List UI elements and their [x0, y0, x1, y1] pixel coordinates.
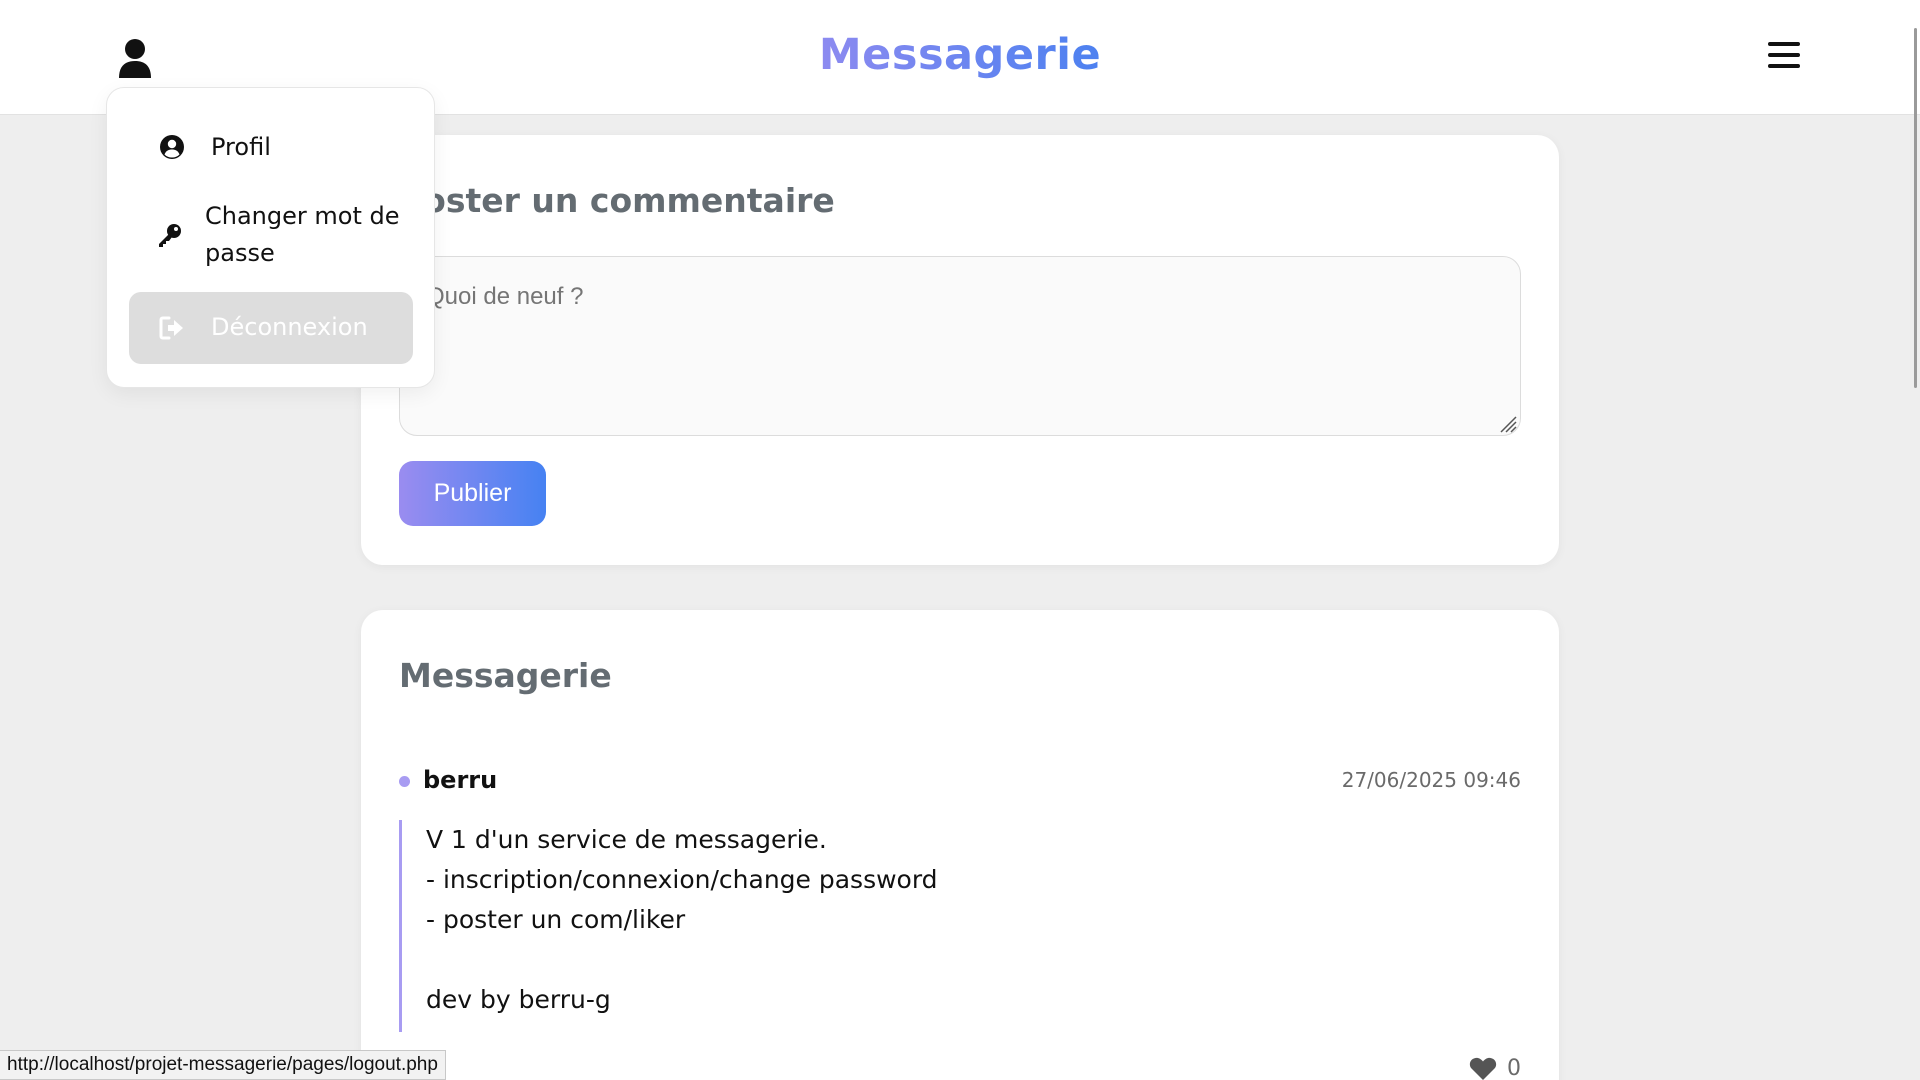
like-count: 0	[1507, 1056, 1521, 1080]
scrollbar[interactable]	[1912, 0, 1920, 1080]
post-line: dev by berru-g	[426, 985, 611, 1014]
menu-item-logout[interactable]: Déconnexion	[129, 292, 413, 364]
site-title: Messagerie	[760, 30, 1160, 80]
menu-item-label: Déconnexion	[211, 313, 368, 341]
hamburger-menu-icon[interactable]	[1768, 42, 1800, 72]
post-date: 27/06/2025 09:46	[1341, 768, 1521, 792]
feed-title: Messagerie	[399, 656, 612, 695]
post-line	[426, 940, 1299, 980]
post-line: - inscription/connexion/change password	[426, 865, 938, 894]
sign-out-icon	[159, 316, 183, 340]
online-dot	[399, 776, 410, 787]
key-icon	[159, 224, 181, 247]
user-circle-icon	[160, 135, 184, 159]
feed-card: Messagerie berru 27/06/2025 09:46 V 1 d'…	[361, 610, 1559, 1080]
comment-textarea[interactable]	[399, 256, 1521, 436]
composer-title: Poster un commentaire	[399, 181, 835, 220]
scrollbar-thumb[interactable]	[1914, 28, 1917, 388]
post-author[interactable]: berru	[423, 766, 497, 794]
page: Messagerie Poster un commentaire Publier…	[0, 0, 1920, 1080]
publish-button[interactable]: Publier	[399, 461, 546, 526]
menu-item-profile[interactable]: Profil	[129, 120, 413, 175]
menu-item-label: Profil	[211, 133, 271, 161]
post-composer-card: Poster un commentaire Publier	[361, 135, 1559, 565]
menu-item-change-password[interactable]: Changer mot de passe	[129, 198, 413, 273]
post-body: V 1 d'un service de messagerie. - inscri…	[399, 820, 1299, 1032]
resize-grip-icon[interactable]	[1497, 413, 1517, 433]
post-line: - poster un com/liker	[426, 905, 686, 934]
user-icon[interactable]	[117, 38, 153, 78]
link-status-bar: http://localhost/projet-messagerie/pages…	[0, 1050, 446, 1080]
user-dropdown-menu: Profil Changer mot de passe Déconnexion	[106, 87, 435, 388]
post-line: V 1 d'un service de messagerie.	[426, 825, 827, 854]
menu-item-label: Changer mot de passe	[205, 202, 400, 267]
heart-icon[interactable]	[1469, 1057, 1497, 1080]
like-button[interactable]: 0	[1469, 1056, 1521, 1080]
